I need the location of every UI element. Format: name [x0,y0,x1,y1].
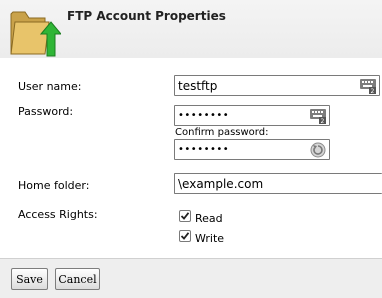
svg-text:2: 2 [321,118,325,124]
write-checkbox-label[interactable]: Write [195,232,224,245]
keyboard-icon[interactable]: 2 [310,108,326,124]
dialog-footer: Save Cancel [0,258,382,298]
ftp-folder-upload-icon [10,11,61,57]
cancel-button[interactable]: Cancel [55,268,100,290]
confirm-password-field[interactable] [174,139,330,160]
password-label: Password: [18,105,74,118]
home-folder-input[interactable] [178,176,378,191]
username-input[interactable] [178,78,348,93]
read-checkbox-label[interactable]: Read [195,212,223,225]
password-field[interactable]: 2 [174,105,330,126]
password-input[interactable] [178,108,303,123]
access-rights-label: Access Rights: [18,208,98,221]
home-folder-field[interactable] [174,173,382,194]
home-folder-label: Home folder: [18,179,90,192]
username-field[interactable]: 2 [174,75,380,96]
svg-text:2: 2 [371,88,375,94]
confirm-password-label: Confirm password: [175,127,269,138]
dialog-header: FTP Account Properties [0,0,382,58]
write-checkbox[interactable] [179,230,191,242]
confirm-password-input[interactable] [178,142,303,157]
keyboard-icon[interactable]: 2 [360,78,376,94]
dialog-title: FTP Account Properties [67,9,226,23]
save-button[interactable]: Save [11,268,48,290]
username-label: User name: [18,80,82,93]
read-checkbox[interactable] [179,210,191,222]
password-match-icon [310,142,326,158]
